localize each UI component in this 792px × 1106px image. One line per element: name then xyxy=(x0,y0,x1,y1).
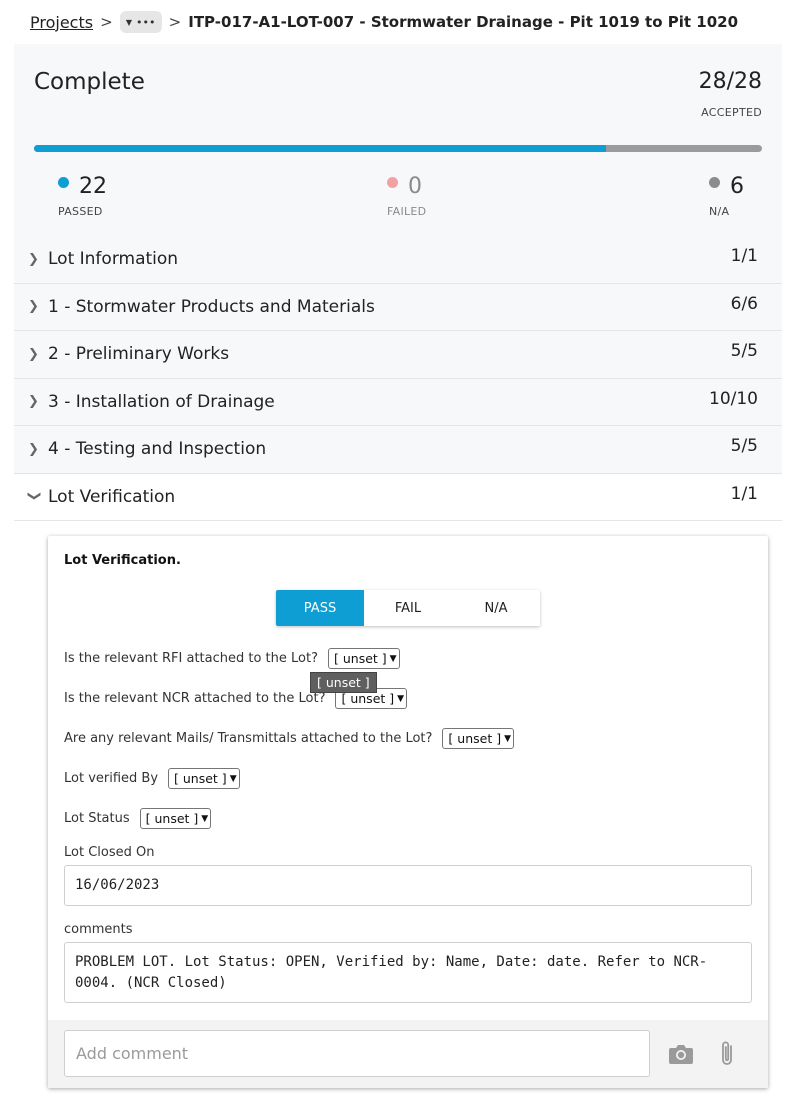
progress-bar-fill xyxy=(34,145,607,152)
question-lot-status: Lot Status [ unset ] ▼ xyxy=(64,808,212,829)
select-value: [ unset ] xyxy=(448,731,502,746)
select-tooltip: [ unset ] xyxy=(310,672,377,693)
result-button-group: PASS FAIL N/A xyxy=(276,590,540,626)
lot-summary: Complete 28/28 ACCEPTED 22 PASSED 0 FAIL… xyxy=(14,44,782,236)
closed-on-label: Lot Closed On xyxy=(64,845,155,860)
rfi-select[interactable]: [ unset ] ▼ xyxy=(328,648,400,669)
question-label: Is the relevant RFI attached to the Lot? xyxy=(64,651,318,666)
add-comment-input[interactable]: Add comment xyxy=(64,1030,650,1077)
select-value: [ unset ] xyxy=(334,651,387,666)
question-label: Lot Status xyxy=(64,811,130,826)
question-rfi: Is the relevant RFI attached to the Lot?… xyxy=(64,648,400,669)
section-label: 2 - Preliminary Works xyxy=(48,344,230,365)
chevron-right-icon: ❯ xyxy=(28,299,39,315)
comments-label: comments xyxy=(64,922,133,937)
failed-dot-icon xyxy=(387,177,398,188)
breadcrumb: Projects > ▼ ••• > ITP-017-A1-LOT-007 - … xyxy=(0,0,792,44)
chevron-right-icon: ❯ xyxy=(28,394,39,410)
section-list: ❯ Lot Information 1/1 ❯ 1 - Stormwater P… xyxy=(14,236,782,521)
paperclip-icon[interactable] xyxy=(719,1039,737,1069)
chevron-down-icon: ▼ xyxy=(389,653,397,664)
closed-on-field[interactable]: 16/06/2023 xyxy=(64,865,752,906)
select-value: [ unset ] xyxy=(174,771,227,786)
question-verified-by: Lot verified By [ unset ] ▼ xyxy=(64,768,240,789)
section-count: 1/1 xyxy=(730,483,758,504)
chevron-right-icon: ❯ xyxy=(28,251,39,267)
section-count: 5/5 xyxy=(730,341,758,362)
breadcrumb-separator: > xyxy=(168,13,182,31)
passed-dot-icon xyxy=(58,177,69,188)
section-testing-and-inspection[interactable]: ❯ 4 - Testing and Inspection 5/5 xyxy=(14,426,782,474)
question-transmittals: Are any relevant Mails/ Transmittals att… xyxy=(64,728,514,749)
passed-label: PASSED xyxy=(58,205,103,218)
chevron-down-icon: ▼ xyxy=(397,693,405,704)
breadcrumb-current: ITP-017-A1-LOT-007 - Stormwater Drainage… xyxy=(188,13,739,31)
breadcrumb-projects-link[interactable]: Projects xyxy=(30,13,93,32)
section-stormwater-products[interactable]: ❯ 1 - Stormwater Products and Materials … xyxy=(14,283,782,331)
camera-icon[interactable] xyxy=(668,1043,694,1065)
section-count: 6/6 xyxy=(730,293,758,314)
section-count: 1/1 xyxy=(730,246,758,267)
section-label: 4 - Testing and Inspection xyxy=(48,439,267,460)
card-title: Lot Verification. xyxy=(64,553,181,568)
passed-stat: 22 PASSED xyxy=(58,174,107,218)
select-value: [ unset ] xyxy=(341,691,395,706)
pass-button[interactable]: PASS xyxy=(276,590,364,626)
accepted-count: 28/28 xyxy=(698,69,762,94)
section-count: 10/10 xyxy=(709,388,758,409)
comment-bar: Add comment xyxy=(48,1020,768,1088)
progress-bar xyxy=(34,145,762,152)
chevron-right-icon: ❯ xyxy=(28,441,39,457)
comments-field[interactable]: PROBLEM LOT. Lot Status: OPEN, Verified … xyxy=(64,942,752,1003)
section-label: 1 - Stormwater Products and Materials xyxy=(48,296,375,317)
lot-status-text: Complete xyxy=(34,69,145,95)
lot-status-select[interactable]: [ unset ] ▼ xyxy=(139,808,212,829)
passed-count: 22 xyxy=(79,174,107,199)
section-label: 3 - Installation of Drainage xyxy=(48,391,275,412)
na-count: 6 xyxy=(730,174,744,199)
na-button[interactable]: N/A xyxy=(452,590,540,626)
ellipsis-icon: ••• xyxy=(136,15,156,29)
na-label: N/A xyxy=(709,205,730,218)
breadcrumb-separator: > xyxy=(100,13,113,31)
na-stat: 6 N/A xyxy=(709,174,744,218)
chevron-down-icon: ▼ xyxy=(201,813,209,824)
accepted-label: ACCEPTED xyxy=(701,106,762,119)
section-label: Lot Information xyxy=(48,249,179,270)
chevron-right-icon: ❯ xyxy=(28,346,39,362)
failed-count: 0 xyxy=(408,174,422,199)
na-dot-icon xyxy=(709,177,720,188)
section-label: Lot Verification xyxy=(48,486,176,507)
caret-down-icon: ▼ xyxy=(125,17,132,27)
chevron-down-icon: ▼ xyxy=(504,733,511,744)
section-count: 5/5 xyxy=(730,436,758,457)
section-installation-of-drainage[interactable]: ❯ 3 - Installation of Drainage 10/10 xyxy=(14,378,782,426)
chevron-down-icon: ▼ xyxy=(229,773,237,784)
failed-stat: 0 FAILED xyxy=(387,174,426,218)
question-label: Lot verified By xyxy=(64,771,159,786)
lot-verification-card: Lot Verification. PASS FAIL N/A Is the r… xyxy=(48,536,768,1088)
section-lot-information[interactable]: ❯ Lot Information 1/1 xyxy=(14,236,782,284)
failed-label: FAILED xyxy=(387,205,427,218)
transmittals-select[interactable]: [ unset ] ▼ xyxy=(442,728,514,749)
section-preliminary-works[interactable]: ❯ 2 - Preliminary Works 5/5 xyxy=(14,331,782,379)
chevron-down-icon: ❯ xyxy=(26,490,42,502)
breadcrumb-more-button[interactable]: ▼ ••• xyxy=(119,11,162,33)
question-label: Are any relevant Mails/ Transmittals att… xyxy=(64,731,433,746)
fail-button[interactable]: FAIL xyxy=(364,590,452,626)
question-label: Is the relevant NCR attached to the Lot? xyxy=(64,691,326,706)
section-lot-verification[interactable]: ❯ Lot Verification 1/1 xyxy=(14,473,782,521)
verified-by-select[interactable]: [ unset ] ▼ xyxy=(168,768,240,789)
select-value: [ unset ] xyxy=(145,811,199,826)
